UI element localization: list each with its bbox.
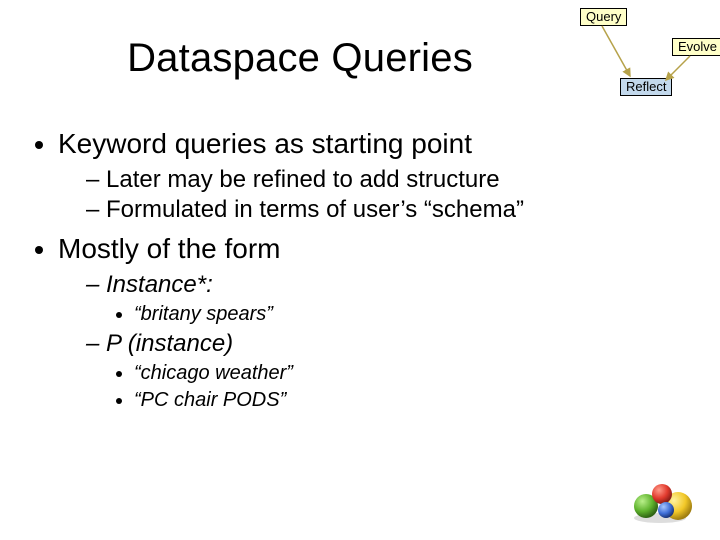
bullet-l2: Formulated in terms of user’s “schema” xyxy=(86,195,670,225)
bullet-l1-text: Mostly of the form xyxy=(58,233,281,264)
bullet-l1-text: Keyword queries as starting point xyxy=(58,128,472,159)
bullet-l1: Keyword queries as starting point Later … xyxy=(58,126,670,225)
bullet-l3: “britany spears” xyxy=(134,302,670,327)
slide: Dataspace Queries Query Evolve Reflect K… xyxy=(0,0,720,540)
decoration-spheres-icon xyxy=(618,466,698,526)
diagram-tag-reflect: Reflect xyxy=(620,78,672,96)
slide-title: Dataspace Queries xyxy=(0,36,600,81)
bullet-l3: “PC chair PODS” xyxy=(134,388,670,413)
diagram-tag-query: Query xyxy=(580,8,627,26)
bullet-l3: “chicago weather” xyxy=(134,361,670,386)
bullet-l2: Later may be refined to add structure xyxy=(86,165,670,195)
diagram-tag-evolve: Evolve xyxy=(672,38,720,56)
bullet-l1: Mostly of the form Instance*: “britany s… xyxy=(58,231,670,413)
slide-body: Keyword queries as starting point Later … xyxy=(30,120,670,415)
bullet-l2-text: P (instance) xyxy=(106,330,233,357)
bullet-l2: P (instance) “chicago weather” “PC chair… xyxy=(86,329,670,413)
bullet-l2-text: Instance*: xyxy=(106,271,213,298)
bullet-l2: Instance*: “britany spears” xyxy=(86,270,670,327)
